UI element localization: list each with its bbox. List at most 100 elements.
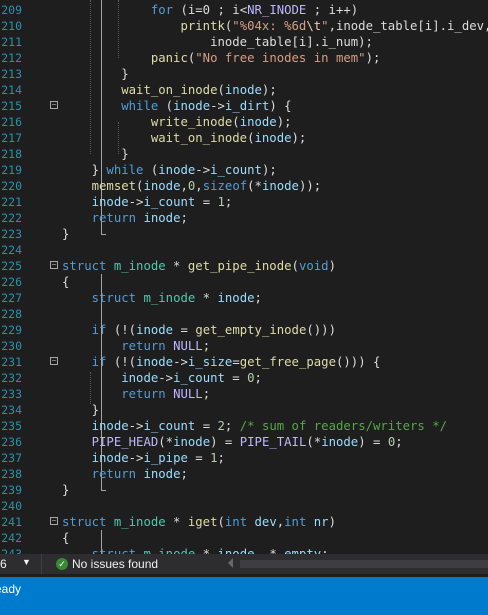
code-token: ( (232, 115, 240, 129)
code-token: } (62, 67, 129, 81)
code-editor[interactable]: 209 for (i=0 ; i<NR_INODE ; i++) 210 prin… (0, 0, 488, 554)
code-token: m_inode (143, 291, 196, 305)
collapse-icon[interactable]: − (50, 101, 58, 109)
code-token: get_empty_inode (195, 323, 307, 337)
code-text: struct m_inode * inode, * empty; (62, 546, 329, 554)
code-token: ); (261, 83, 277, 97)
code-token: ; (180, 211, 188, 225)
code-token: inode (136, 355, 174, 369)
code-token: iget (187, 515, 218, 529)
code-token: i_dirt (224, 99, 270, 113)
code-token: inode (143, 467, 181, 481)
code-token: i_count (173, 371, 225, 385)
code-token: inode (239, 115, 277, 129)
code-token: for (150, 3, 174, 17)
code-token: = (224, 371, 248, 385)
code-token: ( (217, 83, 225, 97)
code-token: sizeof (202, 179, 248, 193)
code-token: if (91, 323, 107, 337)
scroll-left-arrow-icon[interactable] (228, 558, 233, 568)
code-token: ); (365, 51, 381, 65)
line-number: 225 (1, 259, 22, 273)
code-token: } (62, 227, 70, 241)
code-text: return inode; (62, 466, 188, 482)
collapse-icon[interactable]: − (50, 357, 58, 365)
collapse-icon[interactable]: − (50, 517, 58, 525)
code-token: i_count (210, 163, 262, 177)
code-token: (!( (106, 355, 137, 369)
line-number: 223 (1, 227, 22, 241)
line-number: 218 (1, 147, 22, 161)
status-bar: eady (0, 577, 488, 615)
line-number: 217 (1, 131, 22, 145)
code-token: /* sum of readers/writers */ (239, 419, 448, 433)
code-token: } (62, 147, 129, 161)
issues-status[interactable]: No issues found (72, 557, 158, 571)
code-token: = (195, 195, 218, 209)
code-token: -> (128, 419, 144, 433)
code-token: 1 (210, 451, 218, 465)
code-token: = (232, 355, 240, 369)
code-token: "%04x: %6d (232, 19, 307, 33)
zoom-dropdown[interactable]: 6 ▼ (0, 554, 42, 574)
code-text: if (!(inode->i_size=get_free_page())) { (62, 354, 381, 370)
fold-gutter (46, 0, 106, 554)
line-number: 226 (1, 275, 22, 289)
line-number: 235 (1, 419, 22, 433)
code-token: ())) (306, 323, 336, 337)
scope-end-fn1 (101, 234, 106, 235)
code-token: * (195, 291, 218, 305)
code-text: } while (inode->i_count); (62, 162, 277, 178)
collapse-icon[interactable]: − (50, 261, 58, 269)
check-circle-icon[interactable]: ✓ (56, 558, 68, 570)
line-number: 227 (1, 291, 22, 305)
code-token: ( (143, 163, 159, 177)
code-token: ; i++) (306, 3, 359, 17)
code-token: ) = (358, 435, 388, 449)
code-text: inode->i_count = 2; /* sum of readers/wr… (62, 418, 447, 434)
zoom-level: 6 (0, 557, 7, 571)
code-token: * (195, 547, 218, 554)
code-token: NR_INODE (247, 3, 307, 17)
code-token: -> (158, 371, 174, 385)
line-number: 216 (1, 115, 22, 129)
line-number: 239 (1, 483, 22, 497)
code-text: inode->i_count = 0; (62, 370, 262, 386)
code-token: ) (328, 259, 336, 273)
code-text: memset(inode,0,sizeof(*inode)); (62, 178, 322, 194)
code-token: * (165, 515, 188, 529)
horizontal-scrollbar[interactable] (240, 560, 488, 568)
code-token: ; (224, 195, 233, 209)
line-number: 229 (1, 323, 22, 337)
code-text: inode_table[i].i_num); (62, 34, 373, 50)
code-token: i_count (143, 195, 196, 209)
code-token: inode (143, 179, 181, 193)
code-token: return (121, 387, 166, 401)
code-token: m_inode (143, 547, 196, 554)
code-token: m_inode (113, 515, 166, 529)
code-text: return NULL; (62, 338, 210, 354)
line-number: 230 (1, 339, 22, 353)
code-token: i_pipe (143, 451, 188, 465)
line-number: 237 (1, 451, 22, 465)
code-token: )); (298, 179, 322, 193)
code-text: struct m_inode * iget(int dev,int nr) (62, 514, 336, 530)
code-token: struct (91, 291, 137, 305)
chevron-down-icon: ▼ (22, 557, 31, 567)
code-token: struct (91, 547, 137, 554)
code-token: = (173, 323, 196, 337)
code-text: return NULL; (62, 386, 210, 402)
line-number: 215 (1, 99, 22, 113)
line-number: 224 (1, 243, 22, 257)
line-number: 209 (1, 3, 22, 17)
code-token: return (121, 339, 166, 353)
code-token: ) { (269, 99, 292, 113)
